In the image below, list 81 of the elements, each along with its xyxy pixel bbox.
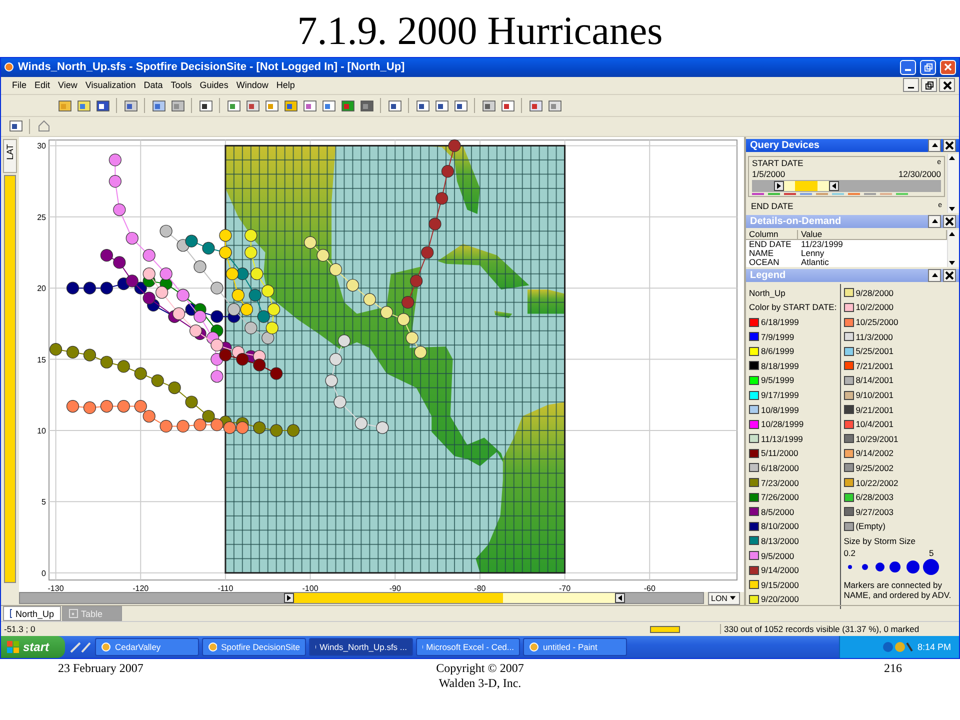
- legend-label: 9/10/2001: [856, 390, 894, 400]
- x-tick-label: -100: [302, 584, 318, 592]
- panel-title: Details-on-Demand: [750, 216, 842, 227]
- panel-title: Query Devices: [750, 140, 820, 151]
- legend-label: 10/2/2000: [856, 302, 894, 312]
- footer-date: 23 February 2007: [58, 661, 144, 676]
- table-cell-text: NAME: [748, 248, 775, 258]
- legend-label: 9/5/2000: [761, 550, 794, 561]
- records-status: 330 out of 1052 records visible (31.37 %), 0 marked: [720, 624, 956, 634]
- legend-label: 9/14/2002: [856, 448, 894, 458]
- panel-title: Legend: [750, 270, 787, 281]
- x-tick-label: -110: [218, 584, 234, 592]
- x-tick-label: -130: [48, 584, 64, 592]
- range-min-label: 1/5/2000: [752, 168, 786, 179]
- x-tick-label: -60: [644, 584, 656, 592]
- column-header: Value: [798, 230, 947, 240]
- legend-label: 6/18/2000: [761, 462, 799, 473]
- range-max-label: 12/30/2000: [898, 168, 941, 179]
- legend-label: 9/27/2003: [856, 506, 894, 517]
- y-tick-label: 15: [37, 354, 46, 364]
- legend-label: 10/8/1999: [761, 404, 799, 415]
- legend-label: 7/23/2000: [761, 478, 799, 488]
- legend-label: 8/14/2001: [856, 375, 894, 386]
- legend-label: 7/26/2000: [761, 492, 799, 502]
- table-cell-text: OCEAN: [748, 258, 780, 267]
- legend-label: 11/3/2000: [856, 332, 893, 342]
- legend-label: 11/13/1999: [761, 434, 803, 444]
- x-tick-label: -70: [559, 584, 571, 592]
- slide-title: 7.1.9. 2000 Hurricanes: [296, 7, 664, 55]
- table-cell-text: Lenny: [800, 248, 826, 258]
- legend-label: 7/21/2001: [856, 360, 894, 371]
- table-cell-text: 11/23/1999: [800, 240, 844, 249]
- legend-label: 7/9/1999: [761, 332, 794, 342]
- table-cell-text: END DATE: [748, 240, 792, 249]
- legend-label: 9/20/2000: [761, 594, 799, 604]
- legend-label: 10/4/2001: [856, 419, 894, 430]
- footer-copyright: Copyright © 2007: [436, 661, 524, 676]
- legend-label: 10/22/2002: [856, 478, 898, 488]
- y-tick-label: 0: [42, 568, 46, 578]
- clock-text: 8:14 PM: [917, 642, 951, 652]
- legend-view-name: North_Up: [749, 288, 786, 298]
- y-tick-label: 30: [37, 141, 46, 150]
- size-max-label: 5: [928, 548, 934, 558]
- legend-color-by: Color by START DATE:: [749, 302, 837, 312]
- legend-label: 9/5/1999: [761, 375, 794, 386]
- legend-label: 9/15/2000: [761, 580, 799, 590]
- size-min-label: 0.2: [844, 548, 856, 558]
- legend-label: 8/18/1999: [761, 360, 799, 371]
- device-label: START DATE: [752, 158, 804, 168]
- legend-label: 6/28/2003: [856, 492, 894, 502]
- legend-label: 8/6/1999: [761, 346, 794, 356]
- legend-label: 8/10/2000: [761, 521, 799, 532]
- table-cell-text: Atlantic: [800, 258, 830, 267]
- x-tick-label: -120: [132, 584, 149, 592]
- footer-copyright: Walden 3-D, Inc.: [438, 676, 522, 691]
- y-tick-label: 25: [37, 212, 46, 222]
- footer-page-number: 216: [884, 661, 902, 676]
- x-tick-label: -90: [389, 584, 401, 592]
- legend-label: 6/18/1999: [761, 317, 799, 328]
- legend-label: 9/17/1999: [761, 390, 799, 400]
- coordinates-text: -51.3 ; 0: [4, 624, 36, 634]
- y-tick-label: 20: [37, 284, 46, 293]
- legend-label: 9/25/2002: [856, 462, 894, 473]
- y-tick-label: 10: [37, 426, 46, 436]
- legend-label: 5/25/2001: [856, 346, 894, 356]
- legend-label: 9/21/2001: [856, 404, 894, 415]
- legend-label: 10/25/2000: [856, 317, 898, 328]
- legend-label: 9/14/2000: [761, 565, 799, 576]
- legend-label: 8/13/2000: [761, 536, 799, 546]
- x-tick-label: -80: [474, 584, 486, 592]
- legend-label: (Empty): [856, 521, 886, 532]
- column-header: Column: [746, 230, 798, 240]
- legend-label: 10/29/2001: [856, 434, 898, 444]
- legend-note: Markers are connected by NAME, and ordered by ADV.: [844, 580, 952, 600]
- legend-label: 10/28/1999: [761, 419, 804, 430]
- window-title: Winds_North_Up.sfs - Spotfire DecisionSite - [Not Logged In] - [North_Up]: [18, 61, 406, 74]
- legend-label: 8/5/2000: [761, 506, 794, 517]
- legend-label: 5/11/2000: [761, 448, 798, 458]
- size-legend-title: Size by Storm Size: [844, 536, 916, 546]
- legend-label: 9/28/2000: [856, 288, 894, 298]
- y-tick-label: 5: [42, 497, 46, 506]
